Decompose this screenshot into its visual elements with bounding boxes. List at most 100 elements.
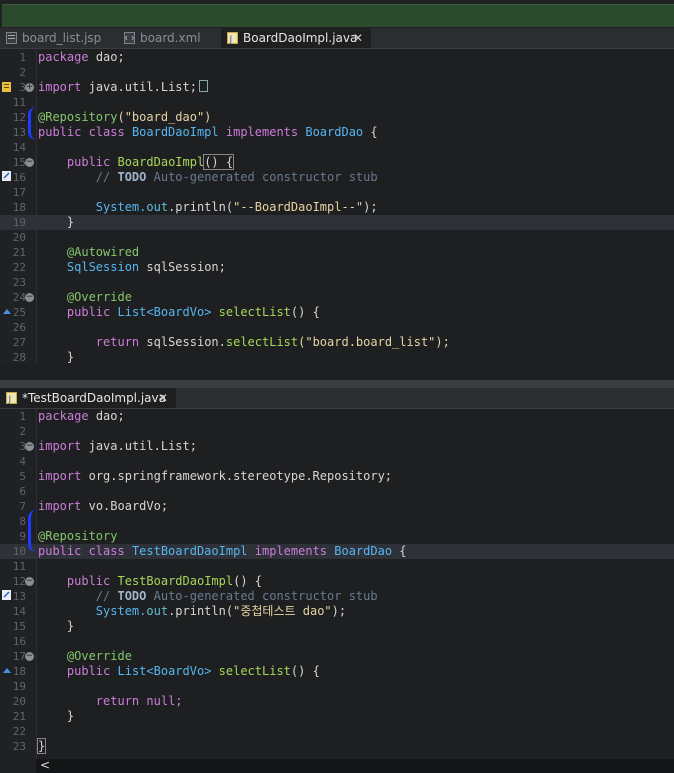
tab-board-xml[interactable]: board.xml <box>118 28 220 48</box>
code-line[interactable]: 2 <box>0 65 674 80</box>
collapse-fold-icon[interactable]: − <box>25 577 34 586</box>
code-line[interactable]: 12 − public TestBoardDaoImpl() { <box>0 574 674 589</box>
brace: } <box>66 215 75 229</box>
type-name: List<BoardVo> <box>117 664 212 678</box>
code-line[interactable]: 19 <box>0 679 674 694</box>
class-name: BoardDaoImpl <box>131 125 219 139</box>
warning-marker-icon[interactable] <box>2 81 12 93</box>
line-number: 11 <box>12 560 26 573</box>
code-line[interactable]: 18 System.out.println("--BoardDaoImpl--"… <box>0 200 674 215</box>
code-line[interactable]: 24 − @Override <box>0 290 674 305</box>
editor-test-board-dao-impl[interactable]: 1 package dao; 2 3 − import java.util.Li… <box>0 409 674 773</box>
line-number: 20 <box>12 231 26 244</box>
code-line[interactable]: 13 public class BoardDaoImpl implements … <box>0 125 674 140</box>
collapse-fold-icon[interactable]: − <box>25 652 34 661</box>
code-line[interactable]: 27 return sqlSession.selectList("board.b… <box>0 335 674 350</box>
line-number: 28 <box>12 351 26 364</box>
tab-test-board-dao-impl-java[interactable]: J *TestBoardDaoImpl.java ✕ <box>0 388 176 408</box>
code-line[interactable]: 21 } <box>0 709 674 724</box>
code-line[interactable]: 13 // TODO Auto-generated constructor st… <box>0 589 674 604</box>
expand-fold-icon[interactable]: + <box>25 83 34 92</box>
interface-name: BoardDao <box>334 544 393 558</box>
code-line[interactable]: 26 <box>0 320 674 335</box>
task-marker-icon[interactable] <box>2 170 12 182</box>
svg-text:J: J <box>8 395 12 404</box>
editor-board-dao-impl[interactable]: 1 package dao; 2 3 + import java.util.Li… <box>0 49 674 364</box>
import-value: java.util.List; <box>88 80 197 94</box>
code-line[interactable]: 1 package dao; <box>0 50 674 65</box>
annotation: @Repository <box>38 529 118 543</box>
constructor-name: BoardDaoImpl <box>117 155 205 169</box>
override-marker-icon[interactable] <box>2 665 12 677</box>
string-literal: "중첩테스트 dao" <box>233 604 332 618</box>
code-line[interactable]: 3 + import java.util.List; <box>0 80 674 95</box>
code-line[interactable]: 16 <box>0 634 674 649</box>
code-line[interactable]: 4 <box>0 454 674 469</box>
code-line[interactable]: 9 @Repository <box>0 529 674 544</box>
code-line[interactable]: 20 return null; <box>0 694 674 709</box>
code-line[interactable]: 17 − @Override <box>0 649 674 664</box>
line-number: 8 <box>19 515 26 528</box>
code-line-current[interactable]: 19 } <box>0 215 674 230</box>
line-number: 5 <box>19 470 26 483</box>
folded-imports-icon[interactable] <box>198 80 208 92</box>
code-line[interactable]: 3 − import java.util.List; <box>0 439 674 454</box>
annotation: @Override <box>66 649 132 663</box>
close-tab-icon[interactable]: ✕ <box>353 28 363 48</box>
override-marker-icon[interactable] <box>2 306 12 318</box>
code-line[interactable]: 23 } <box>0 738 674 754</box>
code-line[interactable]: 25 public List<BoardVo> selectList() { <box>0 305 674 320</box>
code-line[interactable]: 28 } <box>0 350 674 364</box>
code-line[interactable]: 8 <box>0 514 674 529</box>
brace: { <box>370 125 378 139</box>
line-number: 27 <box>12 336 26 349</box>
keyword: public <box>66 305 111 319</box>
code-line[interactable]: 15 } <box>0 619 674 634</box>
class-name: System. <box>95 604 147 618</box>
tab-board-dao-impl-java[interactable]: J BoardDaoImpl.java ✕ <box>221 28 371 48</box>
code-line[interactable]: 7 import vo.BoardVo; <box>0 499 674 514</box>
code-line[interactable]: 2 <box>0 424 674 439</box>
tab-board-list-jsp[interactable]: board_list.jsp <box>0 28 117 48</box>
code-line[interactable]: 17 <box>0 185 674 200</box>
code-line[interactable]: 11 <box>0 559 674 574</box>
code-line[interactable]: 22 <box>0 724 674 739</box>
collapse-fold-icon[interactable]: − <box>25 442 34 451</box>
tab-label: board_list.jsp <box>22 31 102 45</box>
editor-split-divider[interactable] <box>0 380 674 388</box>
comment: Auto-generated constructor stub <box>153 589 378 603</box>
code-line[interactable]: 15 − public BoardDaoImpl() { <box>0 154 674 170</box>
code-line[interactable]: 21 @Autowired <box>0 245 674 260</box>
code-line[interactable]: 14 <box>0 140 674 155</box>
code-line[interactable]: 18 public List<BoardVo> selectList() { <box>0 664 674 679</box>
collapse-fold-icon[interactable]: − <box>25 158 34 167</box>
code-line[interactable]: 1 package dao; <box>0 409 674 424</box>
code-line[interactable]: 23 <box>0 275 674 290</box>
editor-tab-bar-bottom: J *TestBoardDaoImpl.java ✕ <box>0 388 674 409</box>
code-line-current[interactable]: 10 public class TestBoardDaoImpl impleme… <box>0 544 674 559</box>
code-text: sqlSession. <box>146 335 226 349</box>
scroll-left-arrow-icon[interactable]: < <box>40 363 50 364</box>
task-marker-icon[interactable] <box>2 589 12 601</box>
close-tab-icon[interactable]: ✕ <box>158 388 168 408</box>
code-line[interactable]: 5 import org.springframework.stereotype.… <box>0 469 674 484</box>
keyword: public <box>66 574 111 588</box>
import-value: vo.BoardVo; <box>88 499 169 513</box>
import-value: java.util.List; <box>88 439 197 453</box>
code-line[interactable]: 16 // TODO Auto-generated constructor st… <box>0 170 674 185</box>
collapse-fold-icon[interactable]: − <box>25 293 34 302</box>
code-line[interactable]: 11 <box>0 95 674 110</box>
code-line[interactable]: 20 <box>0 230 674 245</box>
scroll-left-arrow-icon[interactable]: < <box>40 758 50 772</box>
line-number: 20 <box>12 695 26 708</box>
code-line[interactable]: 6 <box>0 484 674 499</box>
field-name: sqlSession; <box>146 260 226 274</box>
horizontal-scrollbar[interactable]: < <box>36 758 674 773</box>
code-line[interactable]: 14 System.out.println("중첩테스트 dao"); <box>0 604 674 619</box>
line-number: 26 <box>12 321 26 334</box>
code-text: .println( <box>168 200 234 214</box>
line-number: 19 <box>12 216 26 229</box>
code-line[interactable]: 12 @Repository("board_dao") <box>0 110 674 125</box>
line-number: 9 <box>19 530 26 543</box>
code-line[interactable]: 22 SqlSession sqlSession; <box>0 260 674 275</box>
